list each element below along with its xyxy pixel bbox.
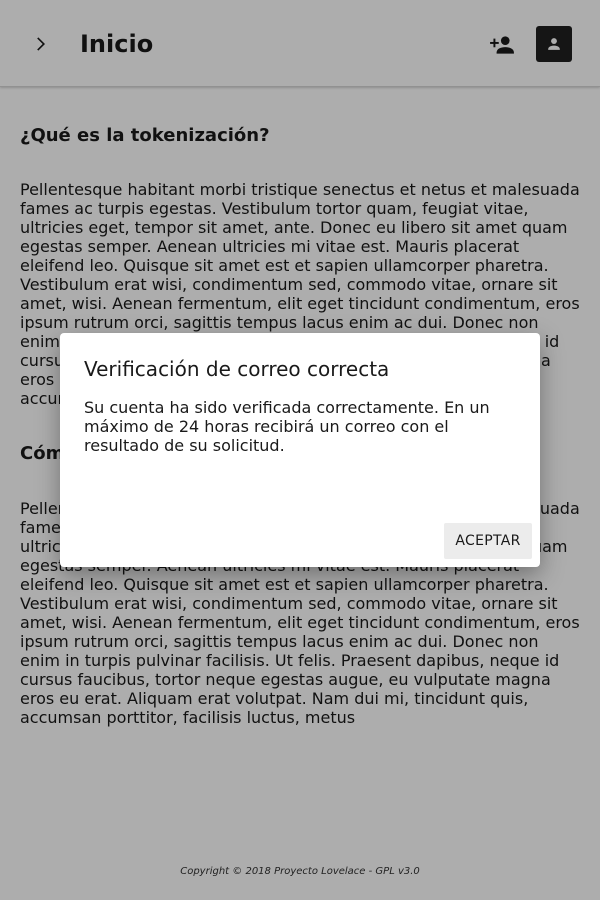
accept-button[interactable]: ACEPTAR [444, 523, 532, 559]
verification-dialog: Verificación de correo correcta Su cuent… [60, 333, 540, 567]
dialog-message: Su cuenta ha sido verificada correctamen… [84, 398, 490, 455]
dialog-title: Verificación de correo correcta [84, 357, 390, 381]
page: Inicio ¿Qué es la tokenización? Pellente… [0, 0, 600, 900]
